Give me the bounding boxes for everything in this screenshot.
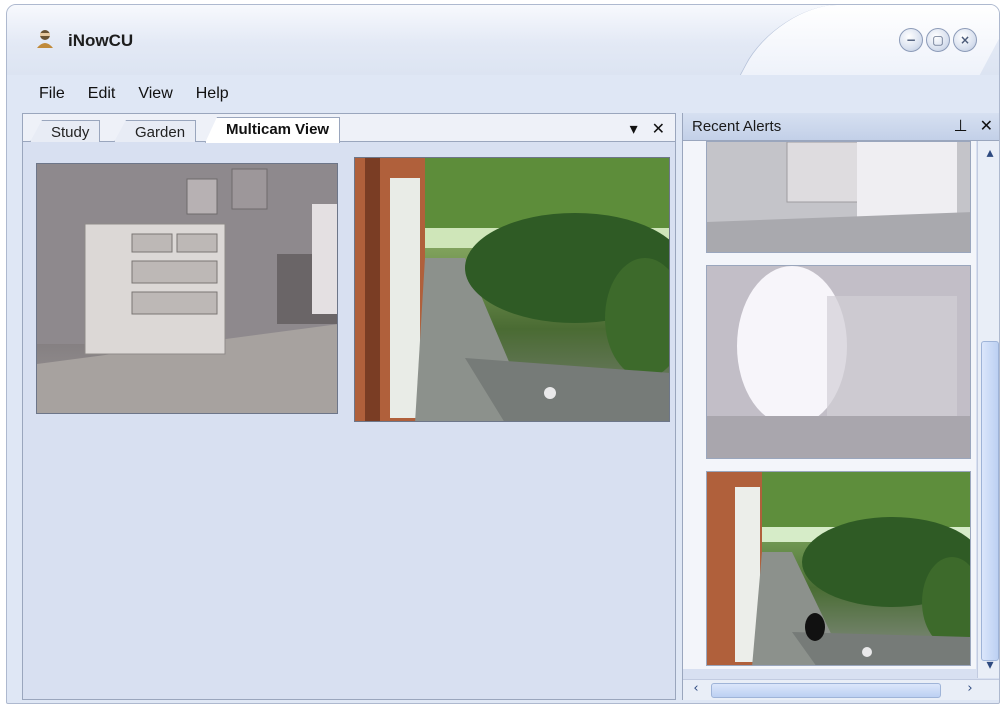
alerts-vertical-scrollbar[interactable]: ▴ ▾ <box>977 141 999 678</box>
menu-edit[interactable]: Edit <box>77 80 128 108</box>
recent-alerts-panel: Recent Alerts ⊥ ✕ ▴ ▾ ‹ › <box>682 113 999 700</box>
app-window: iNowCU − ▢ × File Edit View Help Study G… <box>6 4 1000 704</box>
menu-file[interactable]: File <box>7 80 77 108</box>
tab-close-icon[interactable]: ✕ <box>652 119 665 138</box>
window-controls: − ▢ × <box>899 28 977 52</box>
alert-thumbnail[interactable] <box>706 471 971 666</box>
restore-button[interactable]: ▢ <box>926 28 950 52</box>
multicam-document: Study Garden Multicam View ▾ ✕ <box>22 113 676 700</box>
alerts-tools: ⊥ ✕ <box>954 116 993 135</box>
app-title: iNowCU <box>68 31 134 50</box>
minimize-button[interactable]: − <box>899 28 923 52</box>
scroll-left-icon[interactable]: ‹ <box>687 681 705 699</box>
garden-scene <box>355 158 669 421</box>
horizontal-scroll-thumb[interactable] <box>711 683 941 698</box>
study-camera-feed[interactable] <box>36 163 338 414</box>
close-button[interactable]: × <box>953 28 977 52</box>
tab-multicam-view[interactable]: Multicam View <box>205 117 341 143</box>
tab-garden[interactable]: Garden <box>114 120 197 142</box>
tab-tools: ▾ ✕ <box>630 119 665 138</box>
alert-scene-study <box>707 142 970 252</box>
pin-icon[interactable]: ⊥ <box>954 116 968 135</box>
vertical-scroll-thumb[interactable] <box>981 341 999 661</box>
scroll-down-icon[interactable]: ▾ <box>980 657 999 675</box>
alerts-list <box>683 141 976 669</box>
menu-bar: File Edit View Help <box>7 80 999 108</box>
menu-view[interactable]: View <box>127 80 184 108</box>
alerts-close-icon[interactable]: ✕ <box>980 116 993 135</box>
garden-camera-feed[interactable] <box>354 157 670 422</box>
tab-study[interactable]: Study <box>30 120 101 142</box>
alert-thumbnail[interactable] <box>706 141 971 253</box>
study-scene <box>37 164 337 413</box>
alerts-header: Recent Alerts ⊥ ✕ <box>683 113 999 141</box>
scroll-up-icon[interactable]: ▴ <box>980 145 999 163</box>
alert-thumbnail[interactable] <box>706 265 971 459</box>
alerts-title: Recent Alerts <box>692 118 782 135</box>
alert-scene-garden <box>707 472 970 665</box>
alert-scene-overexposed <box>707 266 970 458</box>
alerts-horizontal-scrollbar[interactable]: ‹ › <box>683 679 999 700</box>
menu-help[interactable]: Help <box>185 80 241 108</box>
scroll-right-icon[interactable]: › <box>961 681 979 699</box>
user-camera-icon <box>37 30 53 48</box>
tab-strip: Study Garden Multicam View ▾ ✕ <box>23 114 675 143</box>
tab-dropdown-icon[interactable]: ▾ <box>630 119 638 138</box>
title-bar[interactable]: iNowCU − ▢ × <box>7 5 999 75</box>
